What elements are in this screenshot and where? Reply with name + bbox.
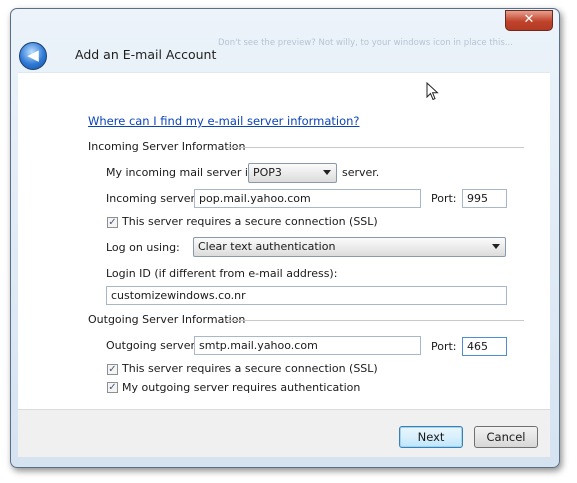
outgoing-ssl-checkbox[interactable]: ✓ (107, 364, 118, 375)
incoming-type-prefix: My incoming mail server is a (106, 166, 264, 179)
login-id-label: Login ID (if different from e-mail addre… (106, 267, 338, 280)
chevron-down-icon (323, 170, 331, 175)
checkmark-icon: ✓ (108, 217, 117, 228)
outgoing-server-input[interactable]: smtp.mail.yahoo.com (194, 336, 421, 355)
outgoing-auth-label: My outgoing server requires authenticati… (122, 381, 361, 394)
footer-panel (18, 409, 550, 457)
cancel-button[interactable]: Cancel (474, 426, 538, 448)
login-id-input[interactable]: customizewindows.co.nr (106, 286, 507, 305)
background-window-text: Don't see the preview? Not willy, to you… (218, 38, 513, 48)
logon-method-value: Clear text authentication (198, 240, 336, 253)
outgoing-port-label: Port: (431, 340, 457, 353)
incoming-ssl-checkbox[interactable]: ✓ (107, 217, 118, 228)
dialog-title: Add an E-mail Account (75, 47, 217, 62)
close-button[interactable]: ✕ (505, 10, 553, 31)
incoming-server-label: Incoming server: (106, 192, 199, 205)
logon-method-select[interactable]: Clear text authentication (193, 237, 506, 257)
checkmark-icon: ✓ (108, 364, 117, 375)
incoming-port-label: Port: (431, 192, 457, 205)
checkmark-icon: ✓ (108, 382, 117, 393)
back-arrow-icon: ◀ (27, 46, 39, 64)
incoming-type-suffix: server. (342, 166, 380, 179)
incoming-section-title: Incoming Server Information (88, 140, 246, 153)
incoming-section-divider (226, 147, 524, 148)
server-info-help-link[interactable]: Where can I find my e-mail server inform… (88, 114, 360, 128)
outgoing-section-divider (226, 320, 524, 321)
back-button[interactable]: ◀ (19, 42, 47, 70)
outgoing-section-title: Outgoing Server Information (88, 313, 246, 326)
logon-using-label: Log on using: (106, 241, 180, 254)
mouse-pointer-icon (426, 82, 439, 101)
outgoing-server-label: Outgoing server: (106, 339, 199, 352)
incoming-server-type-value: POP3 (253, 166, 282, 179)
incoming-port-input[interactable]: 995 (462, 189, 507, 208)
next-button[interactable]: Next (399, 426, 463, 448)
incoming-server-input[interactable]: pop.mail.yahoo.com (194, 189, 421, 208)
incoming-ssl-label: This server requires a secure connection… (122, 215, 378, 228)
chevron-down-icon (492, 244, 500, 249)
outgoing-auth-checkbox[interactable]: ✓ (107, 382, 118, 393)
outgoing-ssl-label: This server requires a secure connection… (122, 362, 378, 375)
incoming-server-type-select[interactable]: POP3 (248, 163, 337, 183)
outgoing-port-input[interactable]: 465 (462, 337, 507, 356)
